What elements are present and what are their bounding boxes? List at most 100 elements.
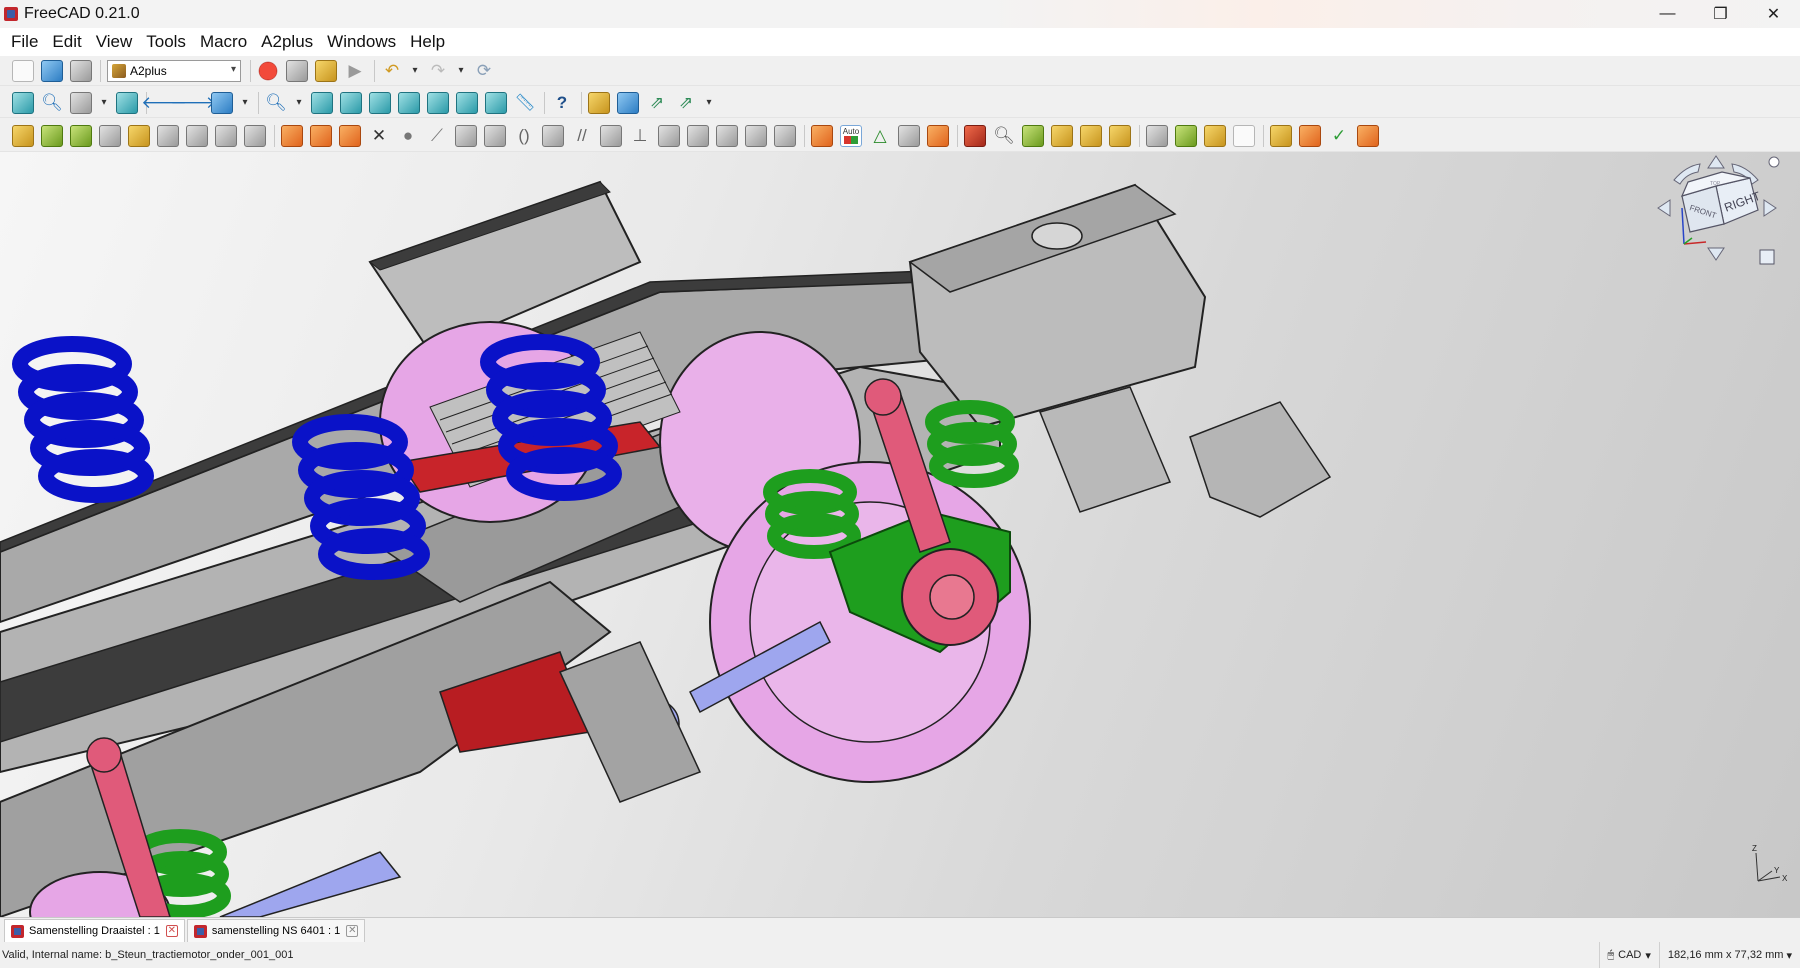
add-part-icon[interactable]: [12, 124, 34, 147]
transparency-icon[interactable]: [1051, 124, 1073, 147]
undo-dropdown-icon[interactable]: ▾: [410, 60, 420, 82]
record-macro-icon[interactable]: [257, 59, 279, 82]
axis-plane-icon[interactable]: [658, 124, 680, 147]
parts-info-icon[interactable]: [1204, 124, 1226, 147]
axis-coincident-icon[interactable]: [600, 124, 622, 147]
create-group-icon[interactable]: [617, 91, 639, 114]
point-on-plane-icon[interactable]: [339, 124, 361, 147]
eraser-icon[interactable]: [1357, 124, 1379, 147]
measure-distance-icon[interactable]: 📏︎: [514, 92, 536, 114]
explode-icon[interactable]: [964, 124, 986, 147]
forward-view-arrow-icon[interactable]: 🡒: [170, 92, 216, 114]
planes-parallel-icon[interactable]: [484, 124, 506, 147]
save-document-icon[interactable]: [70, 59, 92, 82]
refresh-icon[interactable]: ⟳: [473, 60, 495, 82]
check-icon[interactable]: ✓: [1328, 125, 1350, 147]
navcube-arrow-left-icon[interactable]: [1657, 199, 1671, 217]
menu-view[interactable]: View: [89, 32, 140, 52]
delete-constraint-icon[interactable]: ✕: [368, 125, 390, 147]
std-views-icon[interactable]: [211, 91, 233, 114]
undo-icon[interactable]: ↶: [381, 60, 403, 82]
tab-samenstelling-ns-6401[interactable]: samenstelling NS 6401 : 1 ✕: [186, 919, 366, 942]
link-icon[interactable]: ⇗: [646, 92, 668, 114]
solve-constraints-icon[interactable]: [811, 124, 833, 147]
navcube-arrow-bottom-icon[interactable]: [1707, 247, 1725, 261]
point-identity-icon[interactable]: [281, 124, 303, 147]
navcube-view-menu-icon[interactable]: [1759, 249, 1775, 265]
workbench-selector[interactable]: A2plus ▾: [107, 59, 241, 82]
cylinder-constraint-icon[interactable]: [745, 124, 767, 147]
search-icon[interactable]: 🔍︎: [993, 125, 1015, 147]
menu-help[interactable]: Help: [403, 32, 452, 52]
fit-all-icon[interactable]: [12, 91, 34, 114]
bottom-view-icon[interactable]: [456, 91, 478, 114]
menu-file[interactable]: File: [4, 32, 45, 52]
fit-selection-icon[interactable]: 🔍︎: [41, 92, 63, 114]
add-shape-icon[interactable]: [41, 124, 63, 147]
flip-direction-icon[interactable]: △: [869, 125, 891, 147]
front-view-icon[interactable]: [340, 91, 362, 114]
axial-constraint-icon[interactable]: ⟋: [426, 125, 448, 147]
3d-viewport[interactable]: RIGHT FRONT TOP Z Y X: [0, 152, 1800, 917]
bounding-box-icon[interactable]: [116, 91, 138, 114]
std-views-dropdown-icon[interactable]: ▾: [240, 92, 250, 114]
labels-icon[interactable]: [1080, 124, 1102, 147]
constraint-viewer-icon[interactable]: [898, 124, 920, 147]
tree-icon[interactable]: [1175, 124, 1197, 147]
bogie-3d-model[interactable]: [0, 152, 1800, 917]
maximize-button[interactable]: ❐: [1694, 0, 1747, 28]
parts-list-icon[interactable]: [1233, 124, 1255, 147]
top-view-icon[interactable]: [369, 91, 391, 114]
link-actions-icon[interactable]: ⇗: [675, 92, 697, 114]
isolate-icon[interactable]: [1022, 124, 1044, 147]
draw-style-dropdown-icon[interactable]: ▾: [99, 92, 109, 114]
menu-tools[interactable]: Tools: [139, 32, 193, 52]
tab-samenstelling-draaistel[interactable]: Samenstelling Draaistel : 1 ✕: [4, 919, 185, 942]
view-dimensions[interactable]: 182,16 mm x 77,32 mm ▾: [1658, 942, 1800, 968]
navcube-menu-icon[interactable]: [1768, 156, 1780, 168]
sphere-constraint-icon[interactable]: ●: [397, 125, 419, 147]
stop-macro-icon[interactable]: [286, 59, 308, 82]
navigation-style-selector[interactable]: 🖱︎ CAD ▾: [1598, 942, 1659, 968]
plane-coincident-icon[interactable]: [716, 124, 738, 147]
left-view-icon[interactable]: [485, 91, 507, 114]
center-of-mass-icon[interactable]: [687, 124, 709, 147]
recompute-icon[interactable]: [1299, 124, 1321, 147]
angled-planes-icon[interactable]: [542, 124, 564, 147]
show-connections-icon[interactable]: [927, 124, 949, 147]
circular-edge-icon[interactable]: (): [513, 125, 535, 147]
zoom-dropdown-icon[interactable]: ▾: [294, 92, 304, 114]
auto-solve-toggle[interactable]: Auto: [840, 124, 862, 147]
isometric-view-icon[interactable]: [311, 91, 333, 114]
redo-icon[interactable]: ↷: [427, 60, 449, 82]
zoom-icon[interactable]: 🔍︎: [265, 92, 287, 114]
close-tab-icon[interactable]: ✕: [165, 925, 178, 937]
minimize-button[interactable]: —: [1641, 0, 1694, 28]
rear-view-icon[interactable]: [427, 91, 449, 114]
close-tab-icon[interactable]: ✕: [346, 925, 359, 937]
create-part-icon[interactable]: [588, 91, 610, 114]
open-document-icon[interactable]: [41, 59, 63, 82]
toggle-parts-icon[interactable]: [1109, 124, 1131, 147]
navigation-cube[interactable]: RIGHT FRONT TOP: [1652, 152, 1780, 286]
menu-windows[interactable]: Windows: [320, 32, 403, 52]
link-actions-dropdown-icon[interactable]: ▾: [704, 92, 714, 114]
convert-part-icon[interactable]: [128, 124, 150, 147]
menu-macro[interactable]: Macro: [193, 32, 254, 52]
redo-dropdown-icon[interactable]: ▾: [456, 60, 466, 82]
navcube-arrow-top-icon[interactable]: [1707, 155, 1725, 169]
menu-a2plus[interactable]: A2plus: [254, 32, 320, 52]
fixed-part-icon[interactable]: [244, 124, 266, 147]
bom-icon[interactable]: [1146, 124, 1168, 147]
parallel-axes-icon[interactable]: //: [571, 125, 593, 147]
light-icon[interactable]: [1270, 124, 1292, 147]
duplicate-part-icon[interactable]: [99, 124, 121, 147]
whats-this-icon[interactable]: ?: [551, 92, 573, 114]
new-document-icon[interactable]: [12, 59, 34, 82]
edit-part-icon[interactable]: [157, 124, 179, 147]
delete-constraints-icon[interactable]: [215, 124, 237, 147]
point-on-line-icon[interactable]: [310, 124, 332, 147]
right-view-icon[interactable]: [398, 91, 420, 114]
plane-constraint-icon[interactable]: [455, 124, 477, 147]
menu-edit[interactable]: Edit: [45, 32, 88, 52]
